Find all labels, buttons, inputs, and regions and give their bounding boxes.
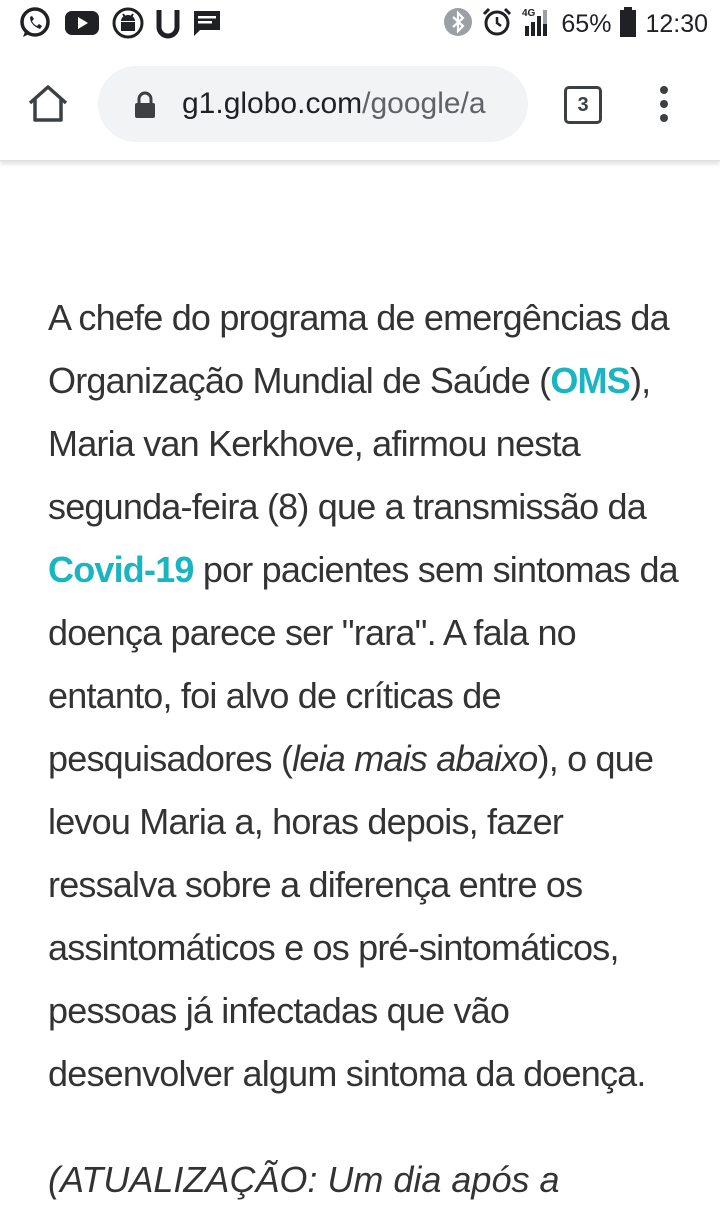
tab-switcher-button[interactable]: 3 — [564, 86, 602, 124]
more-vert-icon — [660, 86, 668, 122]
clock: 12:30 — [645, 9, 708, 38]
android-icon — [112, 6, 144, 44]
text-segment: ), o que levou Maria a, horas depois, fa… — [48, 738, 654, 1094]
alarm-icon — [481, 6, 513, 42]
signal-icon: 4G — [521, 6, 553, 42]
lock-icon — [134, 91, 156, 123]
read-more-note: leia mais abaixo — [292, 738, 538, 779]
article-body: A chefe do programa de emergências da Or… — [48, 286, 698, 1105]
overflow-menu-button[interactable] — [650, 82, 678, 126]
link-oms[interactable]: OMS — [550, 360, 630, 401]
article-paragraph: A chefe do programa de emergências da Or… — [48, 286, 698, 1105]
url-text[interactable]: g1.globo.com/google/a — [182, 86, 512, 122]
update-note: (ATUALIZAÇÃO: Um dia após a — [48, 1159, 560, 1200]
whatsapp-icon — [18, 6, 52, 44]
status-bar: 4G 65% 12:30 — [0, 0, 720, 48]
url-domain: g1.globo.com — [182, 87, 363, 120]
url-path: /google/a — [362, 87, 486, 120]
system-icons: 4G 65% 12:30 — [435, 6, 708, 42]
youtube-icon — [64, 9, 100, 41]
link-covid-19[interactable]: Covid-19 — [48, 549, 194, 590]
notification-icons — [18, 6, 234, 44]
address-bar[interactable]: g1.globo.com/google/a — [98, 66, 528, 142]
battery-percent: 65% — [561, 9, 612, 38]
network-label: 4G — [522, 8, 536, 19]
home-icon — [28, 85, 68, 122]
home-button[interactable] — [26, 82, 70, 126]
message-icon — [192, 8, 222, 42]
u-app-icon — [156, 7, 180, 43]
bluetooth-icon — [443, 7, 473, 41]
browser-toolbar: g1.globo.com/google/a 3 — [0, 48, 720, 161]
battery-icon — [619, 6, 637, 42]
